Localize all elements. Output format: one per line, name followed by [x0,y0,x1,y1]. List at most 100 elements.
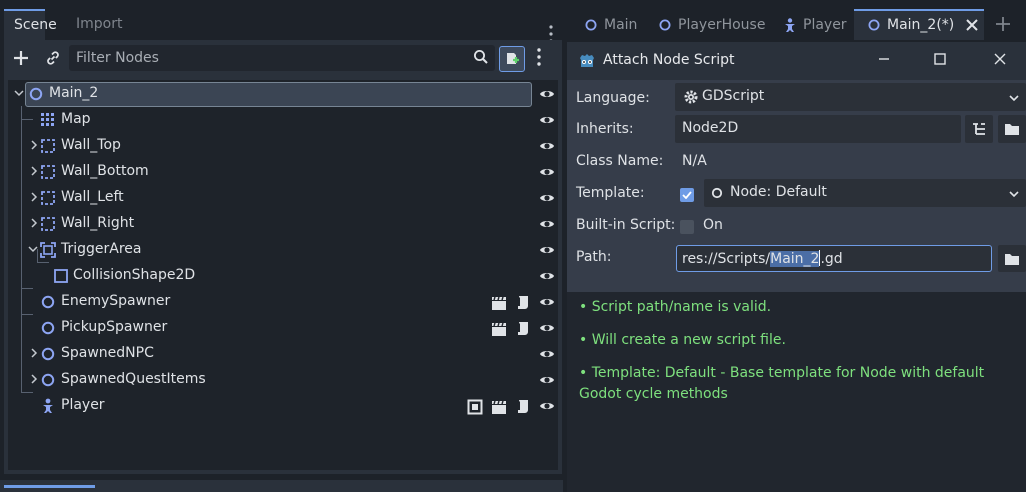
tree-item-label: TriggerArea [61,241,142,257]
scene-tab-label: Main_2(*) [887,16,955,33]
visibility-eye-icon[interactable] [539,398,555,414]
tree-row-pickup-spawner[interactable]: PickupSpawner [8,316,558,342]
clapper-icon[interactable] [491,295,507,311]
dialog-titlebar[interactable]: Attach Node Script [567,42,1026,80]
script-icon[interactable] [515,321,531,337]
instance-icon[interactable] [467,399,483,415]
tree-row-player[interactable]: Player [8,394,558,420]
visibility-eye-icon[interactable] [539,294,555,310]
filter-nodes-input[interactable] [76,45,466,71]
tree-row-wall-right[interactable]: Wall_Right [8,212,558,238]
visibility-eye-icon[interactable] [539,268,555,284]
path-input[interactable]: res://Scripts/Main_2.gd [676,245,992,272]
toolbar-menu-icon[interactable] [537,48,541,66]
inherits-field[interactable]: Node2D [675,115,961,143]
scene-dock: Main_2 Map Wall_Top Wall_Bottom Wal [4,40,562,474]
player-icon [785,17,795,32]
script-settings-form: Language: GDScript Inherits: Node2D Clas… [567,80,1026,292]
staticbody-icon [41,139,55,153]
close-tab-icon[interactable] [966,18,978,31]
class-name-label: Class Name: [576,153,664,169]
visibility-eye-icon[interactable] [539,190,555,206]
player-icon [43,398,53,413]
visibility-eye-icon[interactable] [539,372,555,388]
tree-item-label: CollisionShape2D [73,267,196,283]
collapsed-arrow-icon[interactable] [29,192,39,202]
chevron-down-icon [1009,95,1019,102]
maximize-icon[interactable] [934,53,946,65]
search-icon[interactable] [473,48,489,66]
node2d-icon [41,321,55,335]
filter-nodes-field [69,45,495,71]
tree-row-enemy-spawner[interactable]: EnemySpawner [8,290,558,316]
instance-child-scene-button[interactable] [41,46,65,70]
scene-tabs-bar: Main PlayerHouse Player Main_2(*) [570,9,1026,40]
collapsed-arrow-icon[interactable] [29,140,39,150]
script-icon[interactable] [515,295,531,311]
clapper-icon[interactable] [491,399,507,415]
path-browse-button[interactable] [998,245,1026,272]
expand-arrow-icon[interactable] [28,244,38,254]
staticbody-icon [41,165,55,179]
collapsed-arrow-icon[interactable] [29,374,39,384]
visibility-eye-icon[interactable] [539,164,555,180]
template-value: Node: Default [730,184,827,200]
tree-row-map[interactable]: Map [8,108,558,134]
tree-item-label: Map [61,111,91,127]
scene-tab-playerhouse[interactable]: PlayerHouse [650,9,778,40]
validation-message: • Will create a new script file. [579,332,786,348]
script-icon[interactable] [515,399,531,415]
tree-row-wall-top[interactable]: Wall_Top [8,134,558,160]
tree-row-wall-bottom[interactable]: Wall_Bottom [8,160,558,186]
tree-row-trigger-area[interactable]: TriggerArea [8,238,558,264]
visibility-eye-icon[interactable] [539,86,555,102]
visibility-eye-icon[interactable] [539,138,555,154]
add-node-button[interactable] [9,46,33,70]
path-suffix: .gd [820,251,843,267]
collapsed-arrow-icon[interactable] [29,348,39,358]
scene-tab-label: Player [803,16,847,33]
visibility-eye-icon[interactable] [539,242,555,258]
tree-row-spawned-quest-items[interactable]: SpawnedQuestItems [8,368,558,394]
tab-scene[interactable]: Scene [4,9,57,40]
path-value: res://Scripts/Main_2.gd [682,250,843,267]
tree-item-label: Wall_Bottom [61,163,149,179]
tree-item-label: Wall_Top [61,137,121,153]
bottom-dock-active-tab-indicator[interactable] [4,485,95,488]
attach-script-button[interactable] [499,46,525,72]
tree-row-wall-left[interactable]: Wall_Left [8,186,558,212]
tree-row-main-2[interactable]: Main_2 [8,82,558,108]
add-scene-tab-icon[interactable] [996,17,1010,31]
clapper-icon[interactable] [491,321,507,337]
inherits-value: Node2D [682,120,739,136]
tree-row-spawned-npc[interactable]: SpawnedNPC [8,342,558,368]
tree-row-collision-shape-2d[interactable]: CollisionShape2D [8,264,558,290]
visibility-eye-icon[interactable] [539,346,555,362]
expand-arrow-icon[interactable] [14,88,24,98]
inherits-browse-button[interactable] [998,115,1026,143]
tree-item-label: SpawnedQuestItems [61,371,206,387]
visibility-eye-icon[interactable] [539,216,555,232]
tree-item-label: Main_2 [49,85,99,101]
close-dialog-icon[interactable] [994,53,1006,65]
godot-logo-icon [580,54,594,67]
template-dropdown[interactable]: Node: Default [704,179,1026,207]
collapsed-arrow-icon[interactable] [29,218,39,228]
template-checkbox[interactable] [680,188,694,202]
validation-messages-panel: • Script path/name is valid. • Will crea… [567,292,1026,492]
script-add-icon [507,53,519,64]
visibility-eye-icon[interactable] [539,320,555,336]
tab-import[interactable]: Import [66,9,132,40]
builtin-script-checkbox[interactable] [680,220,694,234]
scene-tab-player[interactable]: Player [774,9,863,40]
scene-tab-main[interactable]: Main [574,9,660,40]
language-dropdown[interactable]: GDScript [675,83,1026,111]
scene-tab-main-2[interactable]: Main_2(*) [854,9,984,40]
node2d-icon [868,19,880,30]
gear-icon [684,90,698,104]
minimize-icon[interactable] [878,53,890,65]
collapsed-arrow-icon[interactable] [29,166,39,176]
node2d-icon [41,347,55,361]
inherits-tree-button[interactable] [965,115,993,143]
visibility-eye-icon[interactable] [539,112,555,128]
